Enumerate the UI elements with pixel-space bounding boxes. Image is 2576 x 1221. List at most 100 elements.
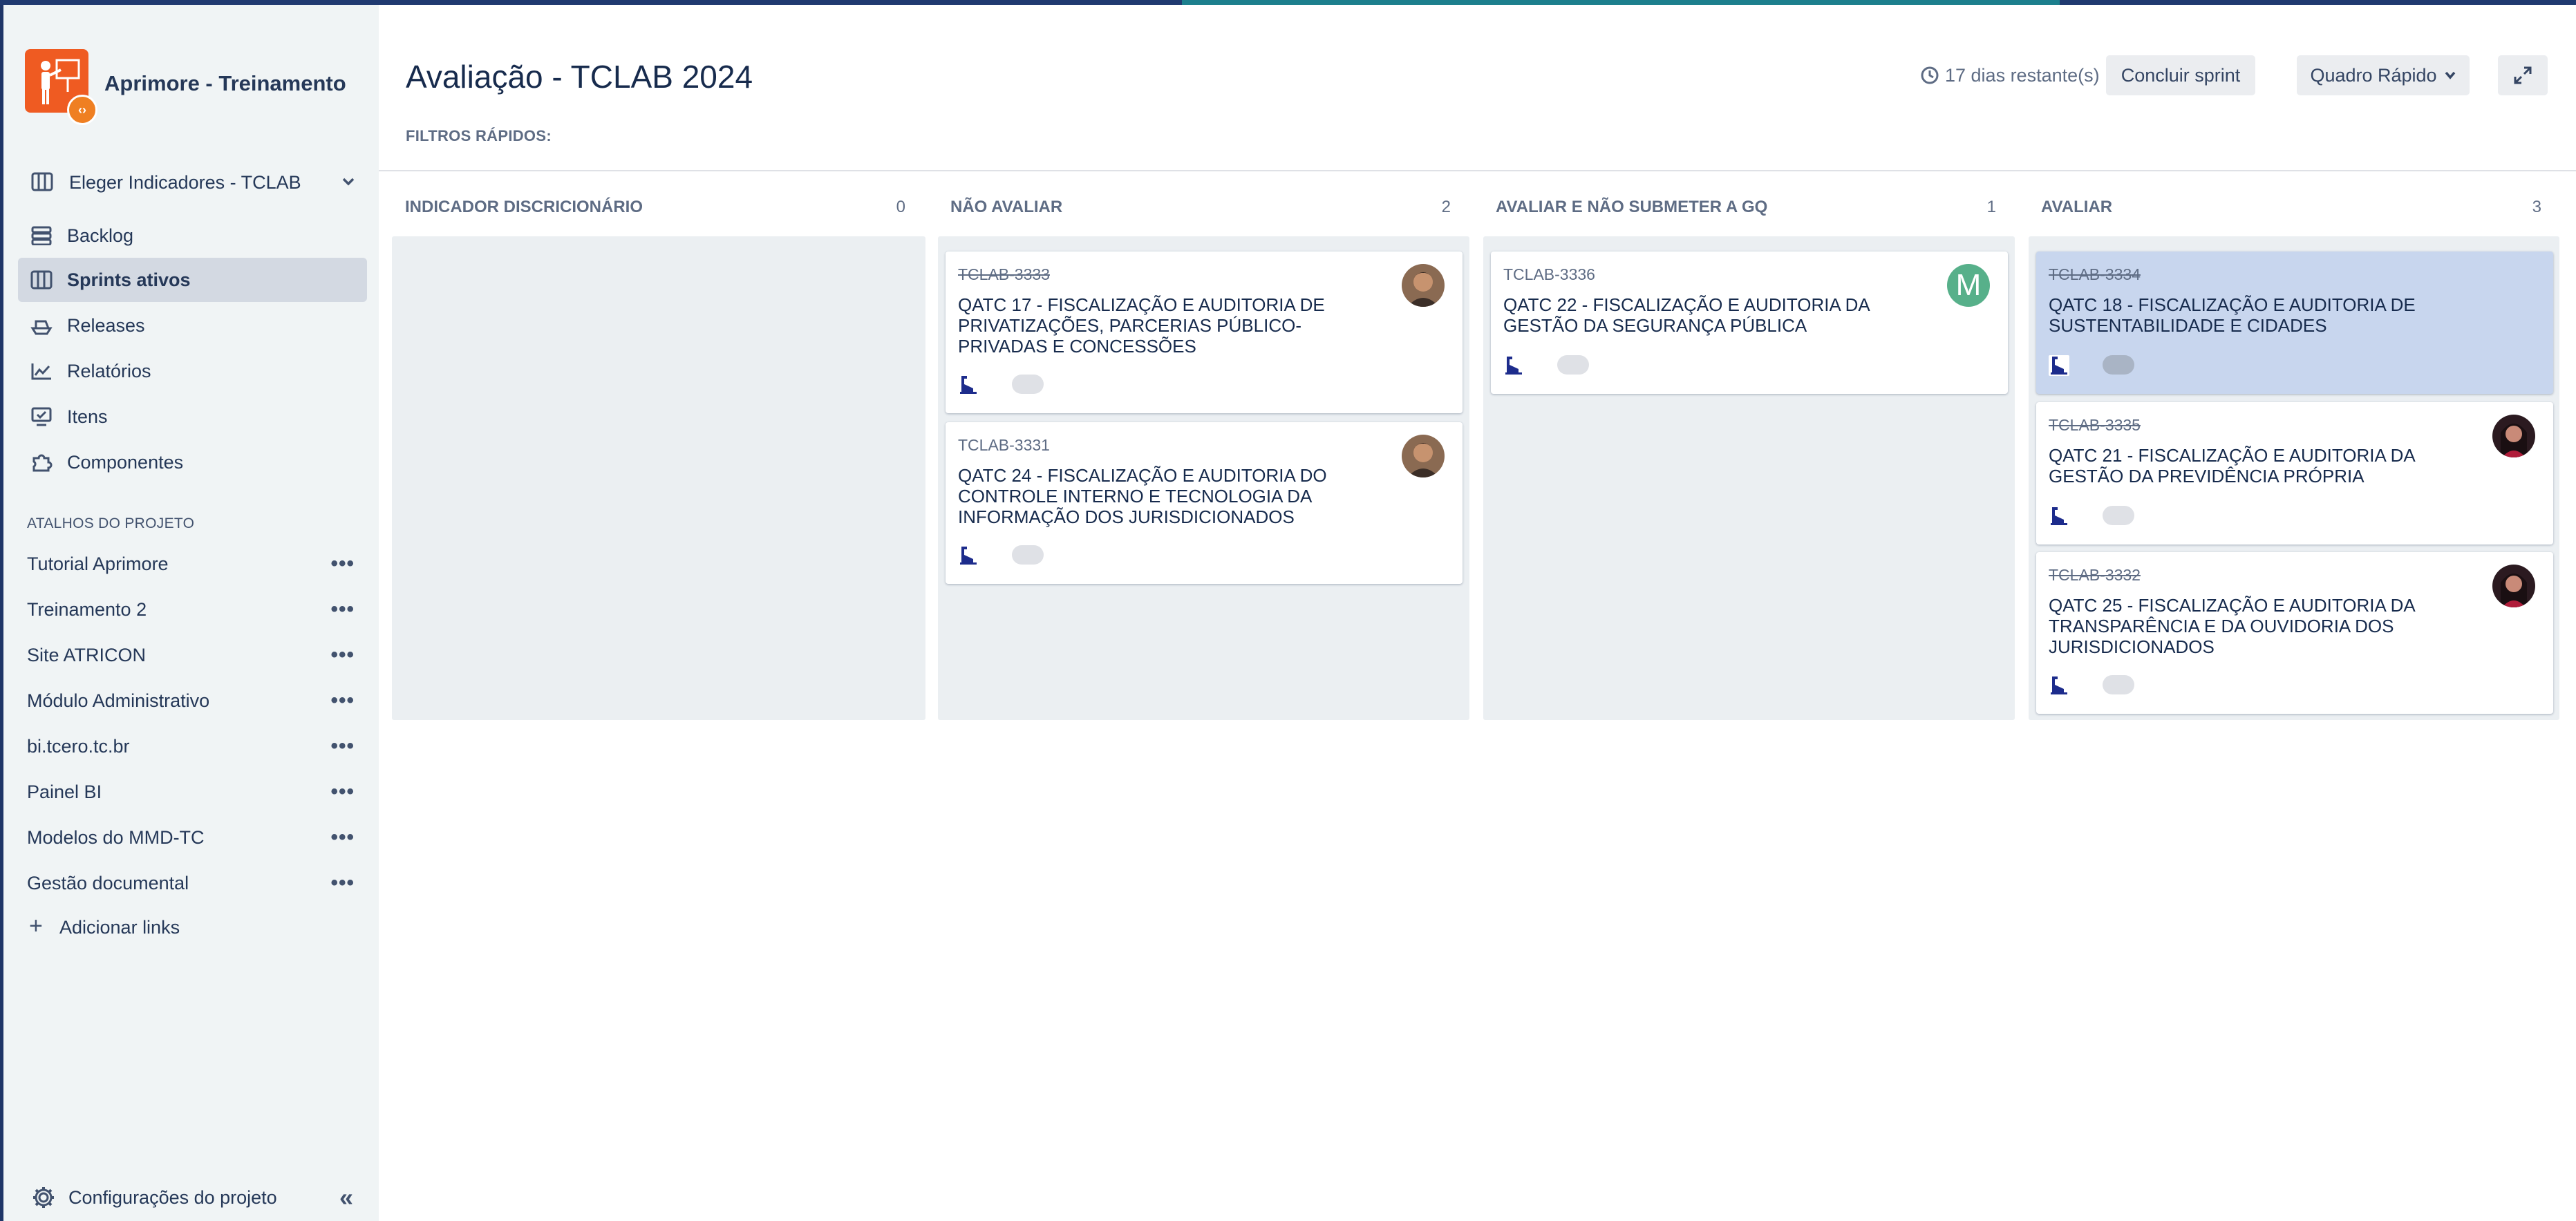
column-name: INDICADOR DISCRICIONÁRIO <box>405 198 643 216</box>
add-links-button[interactable]: + Adicionar links <box>18 907 367 949</box>
days-remaining-text: 17 dias restante(s) <box>1945 65 2100 86</box>
column-header: AVALIAR 3 <box>2041 198 2541 221</box>
chevron-down-icon <box>2445 71 2455 79</box>
issue-key[interactable]: TCLAB-3336 <box>1503 265 1595 284</box>
more-options-icon[interactable]: ••• <box>330 598 355 621</box>
more-options-icon[interactable]: ••• <box>330 643 355 667</box>
shortcut-link[interactable]: Site ATRICON ••• <box>18 635 367 676</box>
sidebar-item-items[interactable]: Itens <box>18 395 367 439</box>
issue-card[interactable]: TCLAB-3331 QATC 24 - FISCALIZAÇÃO E AUDI… <box>946 422 1463 584</box>
project-sidebar: ‹› Aprimore - Treinamento Eleger Indicad… <box>3 5 379 1221</box>
board-icon <box>31 172 53 191</box>
issue-summary: QATC 24 - FISCALIZAÇÃO E AUDITORIA DO CO… <box>958 465 1327 527</box>
board-icon <box>30 270 53 290</box>
issue-type-icon <box>2051 676 2067 694</box>
shortcut-link[interactable]: Treinamento 2 ••• <box>18 589 367 631</box>
project-settings-link[interactable]: Configurações do projeto « <box>18 1177 367 1219</box>
issue-key[interactable]: TCLAB-3335 <box>2049 416 2141 435</box>
user-photo <box>2492 565 2535 607</box>
shortcut-link[interactable]: Painel BI ••• <box>18 772 367 813</box>
issue-card[interactable]: TCLAB-3336 QATC 22 - FISCALIZAÇÃO E AUDI… <box>1491 252 2008 394</box>
top-bar-segment <box>2060 0 2576 5</box>
issue-type-icon <box>960 547 977 565</box>
issue-key[interactable]: TCLAB-3331 <box>958 436 1050 455</box>
more-options-icon[interactable]: ••• <box>330 871 355 895</box>
issue-type-icon <box>960 376 977 394</box>
days-remaining: 17 dias restante(s) <box>1920 65 2100 86</box>
sidebar-item-label: Sprints ativos <box>67 269 191 290</box>
issue-summary: QATC 25 - FISCALIZAÇÃO E AUDITORIA DA TR… <box>2049 595 2415 657</box>
more-options-icon[interactable]: ••• <box>330 735 355 758</box>
column-header: NÃO AVALIAR 2 <box>950 198 1451 221</box>
issue-type-icon <box>1505 357 1522 375</box>
sidebar-item-active-sprints[interactable]: Sprints ativos <box>18 258 367 302</box>
board-selector-label: Eleger Indicadores - TCLAB <box>69 172 301 193</box>
assignee-avatar[interactable] <box>1402 264 1445 307</box>
sidebar-item-components[interactable]: Componentes <box>18 440 367 484</box>
issue-key[interactable]: TCLAB-3334 <box>2049 265 2141 284</box>
issue-card-selected[interactable]: TCLAB-3334 QATC 18 - FISCALIZAÇÃO E AUDI… <box>2036 252 2553 394</box>
sidebar-item-releases[interactable]: Releases <box>18 303 367 348</box>
column-header: INDICADOR DISCRICIONÁRIO 0 <box>405 198 905 221</box>
issue-summary: QATC 21 - FISCALIZAÇÃO E AUDITORIA DA GE… <box>2049 445 2415 486</box>
board-mode-dropdown[interactable]: Quadro Rápido <box>2297 55 2470 95</box>
board-selector[interactable]: Eleger Indicadores - TCLAB <box>20 161 367 202</box>
sidebar-item-label: Itens <box>67 406 108 427</box>
column-name: AVALIAR <box>2041 198 2113 216</box>
shortcut-link[interactable]: Tutorial Aprimore ••• <box>18 544 367 585</box>
more-options-icon[interactable]: ••• <box>330 826 355 849</box>
sidebar-item-label: Relatórios <box>67 361 151 381</box>
collapse-sidebar-icon[interactable]: « <box>339 1183 353 1212</box>
user-photo <box>1402 264 1445 307</box>
shortcut-link[interactable]: bi.tcero.tc.br ••• <box>18 726 367 768</box>
page-title: Avaliação - TCLAB 2024 <box>406 59 753 95</box>
top-progress-bar <box>0 0 2576 5</box>
ship-icon <box>30 320 53 335</box>
estimate-badge <box>1012 375 1044 394</box>
issue-card[interactable]: TCLAB-3332 QATC 25 - FISCALIZAÇÃO E AUDI… <box>2036 552 2553 714</box>
assignee-avatar[interactable]: M <box>1947 264 1990 307</box>
column-count: 2 <box>1441 198 1451 216</box>
estimate-badge <box>2103 355 2134 375</box>
estimate-badge <box>2103 506 2134 525</box>
board-mode-label: Quadro Rápido <box>2310 65 2437 86</box>
shortcut-label: Site ATRICON <box>27 645 147 665</box>
puzzle-icon <box>32 454 53 472</box>
header-divider <box>379 170 2576 171</box>
project-settings-label: Configurações do projeto <box>68 1187 277 1208</box>
more-options-icon[interactable]: ••• <box>330 552 355 576</box>
assignee-avatar[interactable] <box>2492 565 2535 607</box>
assignee-avatar[interactable] <box>1402 435 1445 477</box>
end-sprint-button[interactable]: Concluir sprint <box>2106 55 2255 95</box>
column-header: AVALIAR E NÃO SUBMETER A GQ 1 <box>1496 198 1996 221</box>
top-bar-segment <box>1182 0 2060 5</box>
issue-card[interactable]: TCLAB-3335 QATC 21 - FISCALIZAÇÃO E AUDI… <box>2036 402 2553 545</box>
issue-card[interactable]: TCLAB-3333 QATC 17 - FISCALIZAÇÃO E AUDI… <box>946 252 1463 413</box>
user-photo <box>2492 415 2535 457</box>
shortcut-label: Modelos do MMD-TC <box>27 827 205 848</box>
expand-icon <box>2514 66 2532 84</box>
estimate-badge <box>1012 545 1044 565</box>
column-drop-zone[interactable] <box>392 236 925 720</box>
more-options-icon[interactable]: ••• <box>330 780 355 804</box>
assignee-avatar[interactable] <box>2492 415 2535 457</box>
chevron-down-icon <box>342 178 355 186</box>
more-options-icon[interactable]: ••• <box>330 689 355 712</box>
estimate-badge <box>2103 675 2134 694</box>
shortcuts-section-title: ATALHOS DO PROJETO <box>27 515 195 531</box>
issue-key[interactable]: TCLAB-3332 <box>2049 566 2141 585</box>
gear-icon <box>33 1187 54 1208</box>
fullscreen-button[interactable] <box>2498 55 2548 95</box>
column-count: 1 <box>1986 198 1996 216</box>
sidebar-item-backlog[interactable]: Backlog <box>18 214 367 258</box>
issue-summary: QATC 18 - FISCALIZAÇÃO E AUDITORIA DE SU… <box>2049 294 2416 336</box>
shortcut-link[interactable]: Modelos do MMD-TC ••• <box>18 817 367 859</box>
column-name: AVALIAR E NÃO SUBMETER A GQ <box>1496 198 1768 216</box>
issue-key[interactable]: TCLAB-3333 <box>958 265 1050 284</box>
shortcut-link[interactable]: Gestão documental ••• <box>18 863 367 905</box>
shortcut-label: Gestão documental <box>27 873 189 893</box>
sidebar-item-reports[interactable]: Relatórios <box>18 349 367 393</box>
shortcut-link[interactable]: Módulo Administrativo ••• <box>18 681 367 722</box>
project-name: Aprimore - Treinamento <box>104 71 346 95</box>
items-icon <box>31 407 52 426</box>
